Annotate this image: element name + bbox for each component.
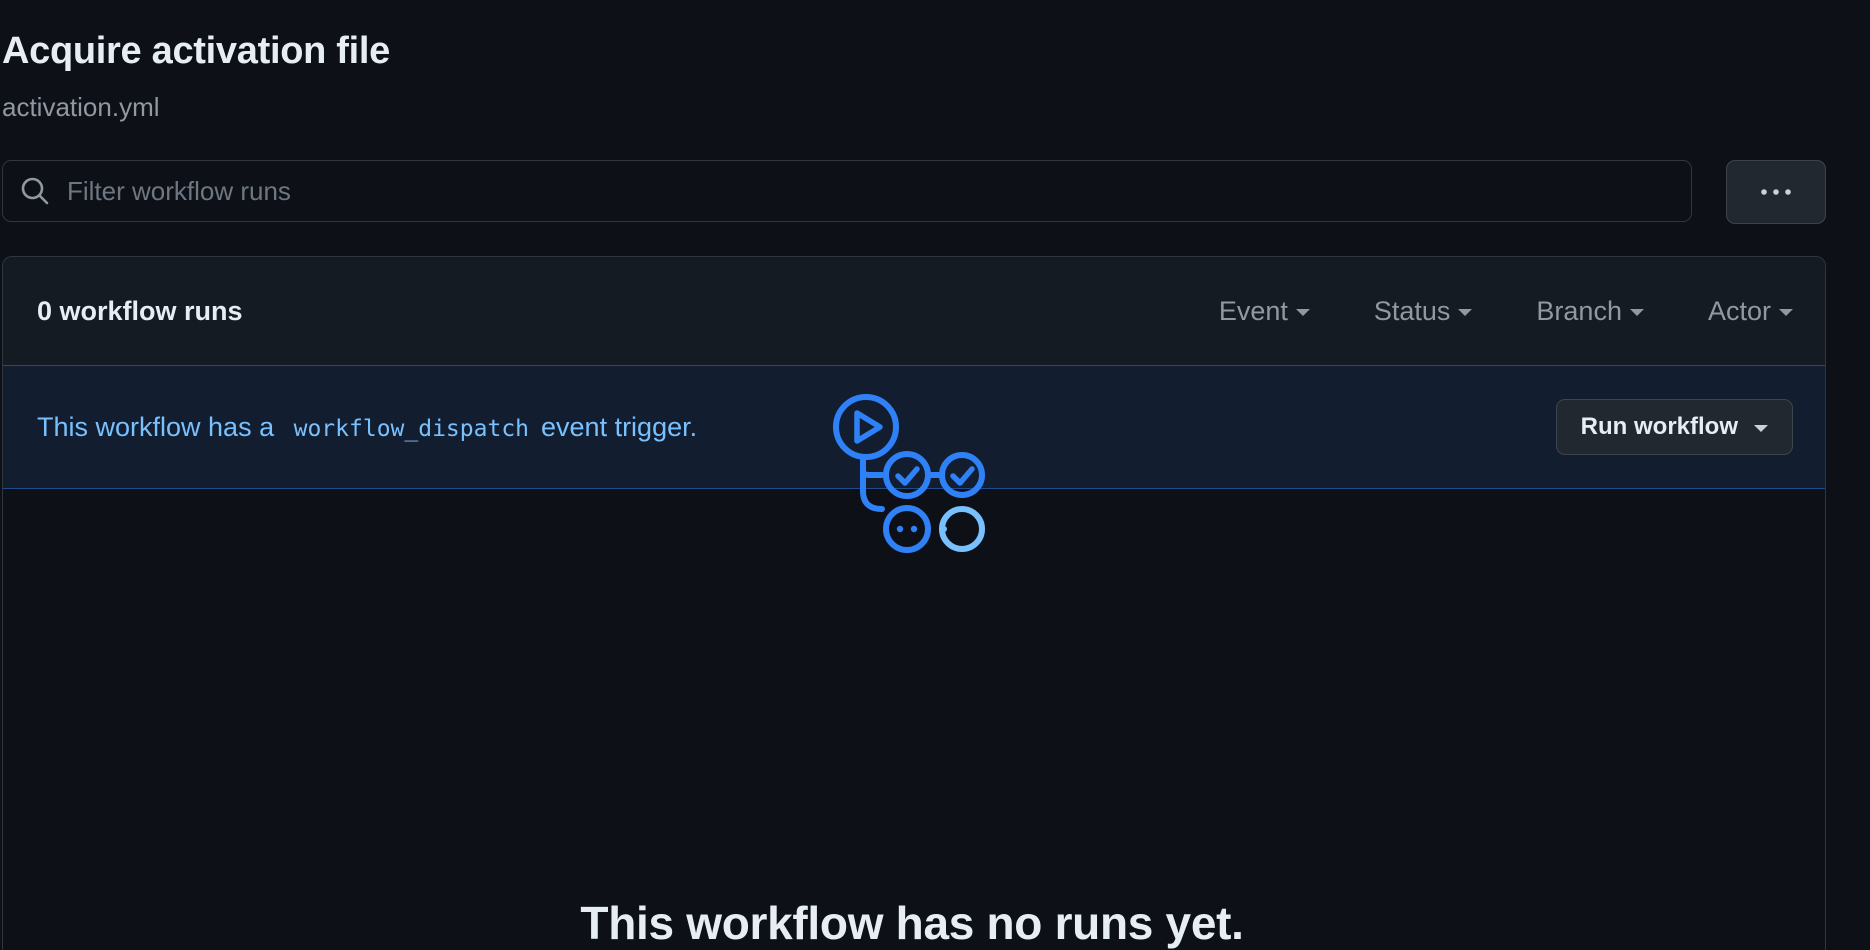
event-filter-menu[interactable]: Event xyxy=(1219,296,1310,327)
filter-runs-field[interactable] xyxy=(2,160,1692,222)
dispatch-text-before: This workflow has a xyxy=(37,411,275,442)
branch-filter-menu[interactable]: Branch xyxy=(1536,296,1644,327)
dispatch-text-after: event trigger. xyxy=(541,411,698,442)
run-count: 0 workflow runs xyxy=(37,295,243,326)
runs-header: 0 workflow runs Event Status Branch Acto… xyxy=(3,257,1825,365)
caret-down-icon xyxy=(1295,308,1310,316)
search-icon xyxy=(21,177,49,205)
dispatch-event-code: workflow_dispatch xyxy=(293,415,530,442)
actor-filter-label: Actor xyxy=(1707,295,1771,326)
run-workflow-label: Run workflow xyxy=(1580,413,1738,440)
workflow-title: Acquire activation file xyxy=(2,30,390,72)
status-filter-menu[interactable]: Status xyxy=(1374,296,1473,327)
actor-filter-menu[interactable]: Actor xyxy=(1708,296,1793,327)
caret-down-icon xyxy=(1754,425,1768,432)
caret-down-icon xyxy=(1458,308,1473,316)
branch-filter-label: Branch xyxy=(1536,295,1622,326)
more-options-button[interactable] xyxy=(1726,160,1826,224)
workflow-graph-icon xyxy=(833,394,985,553)
status-filter-label: Status xyxy=(1373,295,1451,326)
caret-down-icon xyxy=(1779,308,1793,316)
workflow-runs-panel: 0 workflow runs Event Status Branch Acto… xyxy=(2,256,1826,950)
dispatch-message: This workflow has a workflow_dispatch eve… xyxy=(37,412,1556,443)
run-workflow-button[interactable]: Run workflow xyxy=(1555,399,1793,455)
workflow-runs-page: Acquire activation file activation.yml 0… xyxy=(0,0,1870,950)
event-filter-label: Event xyxy=(1218,295,1288,326)
workflow-file-name: activation.yml xyxy=(2,92,160,122)
kebab-horizontal-icon xyxy=(1761,189,1791,195)
caret-down-icon xyxy=(1629,308,1644,316)
filter-runs-input[interactable] xyxy=(67,161,1691,221)
empty-state-title: This workflow has no runs yet. xyxy=(580,897,1244,949)
